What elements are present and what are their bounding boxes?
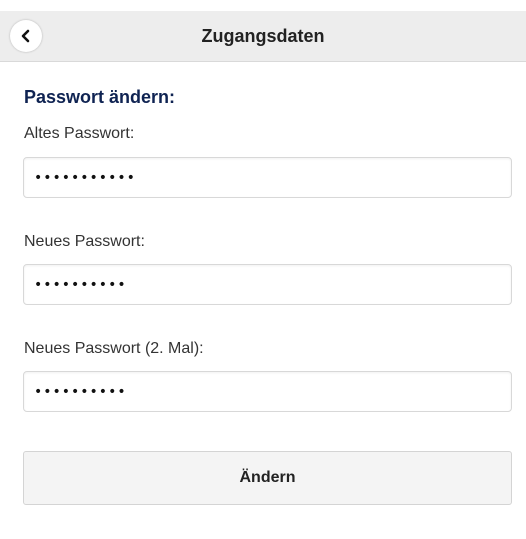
old-password-field[interactable]: [23, 157, 512, 198]
page-title: Zugangsdaten: [201, 26, 325, 46]
new-password-field[interactable]: [23, 264, 512, 305]
back-button[interactable]: [10, 20, 42, 52]
section-title: Passwort ändern:: [24, 87, 176, 107]
header-bar: Zugangsdaten: [0, 11, 526, 62]
page: Zugangsdaten Passwort ändern: Altes Pass…: [0, 0, 526, 539]
old-password-label: Altes Passwort:: [24, 125, 135, 142]
new-password-label: Neues Passwort:: [24, 233, 145, 250]
chevron-left-icon: [21, 29, 30, 43]
submit-button[interactable]: Ändern: [23, 451, 512, 505]
confirm-password-label: Neues Passwort (2. Mal):: [24, 340, 204, 357]
confirm-password-field[interactable]: [23, 371, 512, 412]
